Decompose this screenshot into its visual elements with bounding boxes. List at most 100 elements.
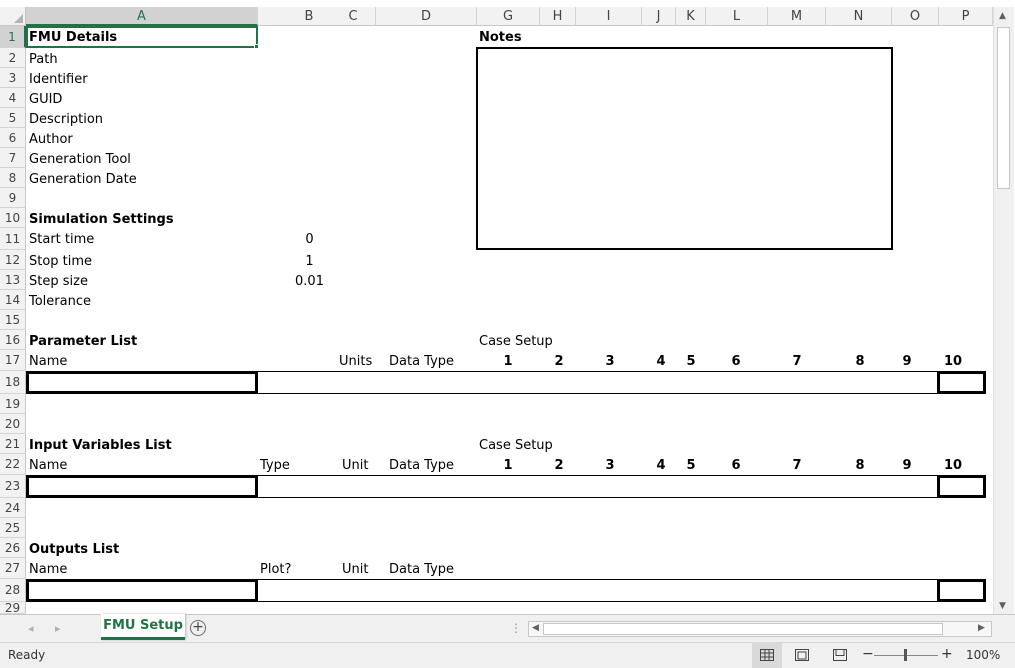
- row-header-5[interactable]: 5: [0, 108, 26, 128]
- simulation-settings-heading: Simulation Settings: [29, 212, 174, 227]
- sheet-tab-bar: ◂ ▸ FMU Setup + ⋮ ◀ ▶: [0, 614, 1015, 642]
- parameter-case-8-header: 8: [855, 354, 865, 369]
- column-header-i[interactable]: I: [576, 7, 642, 26]
- parameter-name-header: Name: [29, 354, 68, 369]
- zoom-out-button[interactable]: −: [862, 646, 874, 662]
- row-header-25[interactable]: 25: [0, 518, 26, 538]
- row-header-1[interactable]: 1: [0, 26, 26, 48]
- row-header-24[interactable]: 24: [0, 498, 26, 518]
- select-all-corner[interactable]: [0, 7, 26, 26]
- scroll-left-icon[interactable]: ◀: [532, 623, 539, 633]
- column-header-h[interactable]: H: [540, 7, 576, 26]
- scroll-up-icon[interactable]: ▲: [999, 11, 1006, 21]
- row-header-2[interactable]: 2: [0, 48, 26, 68]
- horizontal-scroll-thumb[interactable]: [543, 623, 943, 635]
- output-name-input[interactable]: [26, 579, 258, 602]
- output-last-column-input[interactable]: [937, 579, 986, 602]
- row-header-15[interactable]: 15: [0, 310, 26, 330]
- parameter-case-3-header: 3: [605, 354, 615, 369]
- start-time-value: 0: [305, 232, 314, 247]
- plus-circle-icon[interactable]: +: [190, 620, 206, 636]
- parameter-case-1-header: 1: [503, 354, 513, 369]
- start-time-label: Start time: [29, 232, 95, 247]
- row-header-14[interactable]: 14: [0, 290, 26, 310]
- spreadsheet-grid[interactable]: A B C D G H I J K L M N O P 1 2 3 4 5 6 7 8 9 10 1…: [0, 0, 993, 614]
- input-variable-name-input[interactable]: [26, 475, 258, 498]
- tab-scroll-right-icon[interactable]: ▸: [55, 622, 61, 635]
- column-header-m[interactable]: M: [768, 7, 826, 26]
- row-header-23[interactable]: 23: [0, 475, 26, 498]
- column-header-p[interactable]: P: [939, 7, 993, 26]
- tab-split-handle-icon[interactable]: ⋮: [510, 621, 522, 635]
- horizontal-scrollbar[interactable]: ◀ ▶: [528, 621, 992, 637]
- row-header-18[interactable]: 18: [0, 371, 26, 394]
- row-header-19[interactable]: 19: [0, 394, 26, 414]
- fill-handle[interactable]: [254, 44, 259, 49]
- output-data-type-header: Data Type: [389, 562, 455, 577]
- row-header-13[interactable]: 13: [0, 270, 26, 290]
- status-ready-text: Ready: [8, 648, 46, 662]
- zoom-level[interactable]: 100%: [966, 648, 1000, 662]
- column-header-c[interactable]: C: [331, 7, 376, 26]
- input-type-header: Type: [260, 458, 290, 473]
- vertical-scrollbar[interactable]: ▲ ▼: [993, 7, 1014, 614]
- parameter-case-setup-label: Case Setup: [479, 334, 553, 349]
- row-header-12[interactable]: 12: [0, 250, 26, 270]
- row-header-3[interactable]: 3: [0, 68, 26, 88]
- parameter-name-input[interactable]: [26, 371, 258, 394]
- input-data-type-header: Data Type: [389, 458, 455, 473]
- row-header-17[interactable]: 17: [0, 350, 26, 371]
- output-unit-header: Unit: [342, 562, 369, 577]
- zoom-slider-thumb[interactable]: [904, 649, 907, 661]
- column-header-o[interactable]: O: [892, 7, 939, 26]
- column-header-g[interactable]: G: [477, 7, 540, 26]
- row-header-6[interactable]: 6: [0, 128, 26, 148]
- column-header-k[interactable]: K: [676, 7, 706, 26]
- page-layout-icon: [795, 649, 809, 661]
- row-header-28[interactable]: 28: [0, 579, 26, 602]
- normal-view-button[interactable]: [752, 643, 782, 668]
- page-layout-button[interactable]: [788, 643, 816, 668]
- column-header-l[interactable]: L: [706, 7, 768, 26]
- description-label: Description: [29, 112, 104, 127]
- row-header-10[interactable]: 10: [0, 208, 26, 228]
- tab-scroll-left-icon[interactable]: ◂: [28, 622, 34, 635]
- input-unit-header: Unit: [342, 458, 369, 473]
- row-header-29[interactable]: 29: [0, 602, 26, 614]
- column-header-j[interactable]: J: [642, 7, 676, 26]
- parameter-units-header: Units: [339, 354, 373, 369]
- row-header-16[interactable]: 16: [0, 330, 26, 350]
- row-header-8[interactable]: 8: [0, 168, 26, 188]
- parameter-case-7-header: 7: [792, 354, 802, 369]
- page-break-icon: [833, 649, 847, 661]
- notes-box[interactable]: [476, 47, 893, 250]
- column-header-d[interactable]: D: [376, 7, 477, 26]
- input-case-2-header: 2: [554, 458, 564, 473]
- parameter-case-5-header: 5: [686, 354, 696, 369]
- parameter-case-9-header: 9: [902, 354, 912, 369]
- column-header-n[interactable]: N: [826, 7, 892, 26]
- row-header-4[interactable]: 4: [0, 88, 26, 108]
- row-header-9[interactable]: 9: [0, 188, 26, 208]
- column-header-a[interactable]: A: [26, 7, 258, 26]
- row-header-7[interactable]: 7: [0, 148, 26, 168]
- parameter-case-10-input[interactable]: [937, 371, 986, 394]
- scroll-right-icon[interactable]: ▶: [978, 623, 985, 633]
- input-case-8-header: 8: [855, 458, 865, 473]
- input-name-header: Name: [29, 458, 68, 473]
- scroll-down-icon[interactable]: ▼: [999, 601, 1006, 611]
- row-header-27[interactable]: 27: [0, 558, 26, 579]
- row-header-20[interactable]: 20: [0, 414, 26, 434]
- outputs-list-heading: Outputs List: [29, 542, 120, 557]
- sheet-tab-fmu-setup[interactable]: FMU Setup: [101, 614, 185, 640]
- zoom-in-button[interactable]: +: [941, 646, 953, 662]
- row-header-11[interactable]: 11: [0, 228, 26, 250]
- parameter-case-6-header: 6: [731, 354, 741, 369]
- input-variable-case-10-input[interactable]: [937, 475, 986, 498]
- row-header-22[interactable]: 22: [0, 454, 26, 475]
- row-header-21[interactable]: 21: [0, 434, 26, 454]
- parameter-case-10-header: 10: [943, 354, 963, 369]
- row-header-26[interactable]: 26: [0, 538, 26, 558]
- vertical-scroll-thumb[interactable]: [997, 27, 1010, 189]
- page-break-button[interactable]: [826, 643, 854, 668]
